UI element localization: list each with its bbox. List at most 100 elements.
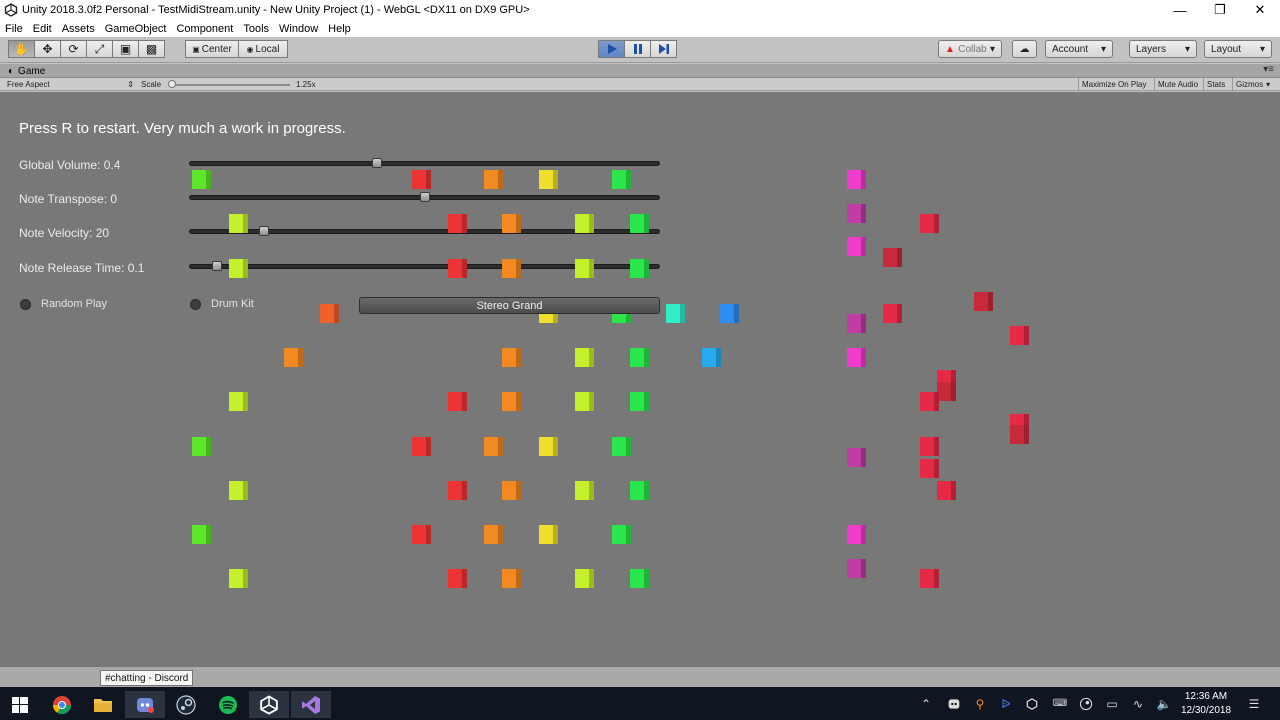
global-volume-thumb[interactable] <box>372 158 383 168</box>
note-cube <box>920 569 939 588</box>
minimize-icon[interactable]: — <box>1160 0 1200 20</box>
cloud-icon: ☁ <box>1019 43 1030 55</box>
play-button[interactable] <box>598 40 625 58</box>
taskbar-chrome[interactable] <box>42 691 82 718</box>
note-transpose-thumb[interactable] <box>419 192 430 202</box>
start-button[interactable] <box>0 691 40 718</box>
step-icon <box>658 44 669 54</box>
scale-slider-track[interactable] <box>170 84 290 86</box>
note-cube <box>539 437 558 456</box>
hand-icon: ✋ <box>14 42 29 56</box>
action-center-icon[interactable]: ☰ <box>1244 687 1264 720</box>
note-cube <box>630 392 649 411</box>
unity-icon <box>260 694 278 715</box>
scale-tool-button[interactable]: ⤢ <box>86 40 113 58</box>
random-play-toggle[interactable] <box>20 299 31 310</box>
menu-edit[interactable]: Edit <box>28 23 57 35</box>
note-cube <box>612 525 631 544</box>
scale-slider-thumb[interactable] <box>168 80 177 88</box>
tray-discord-glyph <box>948 698 960 709</box>
rect-tool-button[interactable]: ▣ <box>112 40 139 58</box>
taskbar-visual-studio[interactable] <box>291 691 331 718</box>
menu-help[interactable]: Help <box>323 23 356 35</box>
note-cube <box>320 304 339 323</box>
note-cube <box>502 348 521 367</box>
maximize-on-play-button[interactable]: Maximize On Play <box>1078 78 1146 91</box>
updown-icon: ⇕ <box>127 80 134 89</box>
menu-component[interactable]: Component <box>171 23 238 35</box>
cloud-button[interactable]: ☁ <box>1012 40 1037 58</box>
rotate-icon: ⟳ <box>68 42 79 56</box>
tray-discord-icon[interactable] <box>944 687 964 720</box>
pause-icon <box>633 44 642 54</box>
note-cube <box>575 392 594 411</box>
note-cube <box>229 259 248 278</box>
note-cube <box>666 304 685 323</box>
note-cube <box>612 170 631 189</box>
menu-file[interactable]: File <box>0 23 28 35</box>
tray-steam-icon[interactable] <box>1076 687 1096 720</box>
taskbar-discord[interactable] <box>125 691 165 718</box>
steam-icon <box>176 694 196 715</box>
tray-wifi-icon[interactable]: ∿ <box>1128 687 1148 720</box>
game-tab[interactable]: ◐ Game <box>4 64 53 78</box>
step-button[interactable] <box>650 40 677 58</box>
note-cube <box>575 259 594 278</box>
taskbar-unity[interactable] <box>249 691 289 718</box>
account-dropdown[interactable]: Account ▾ <box>1045 40 1113 58</box>
note-release-thumb[interactable] <box>212 261 223 271</box>
restore-icon[interactable]: ❐ <box>1200 0 1240 20</box>
mute-audio-button[interactable]: Mute Audio <box>1154 78 1198 91</box>
menu-tools[interactable]: Tools <box>238 23 274 35</box>
taskbar-spotify[interactable] <box>208 691 248 718</box>
menu-gameobject[interactable]: GameObject <box>100 23 172 35</box>
menu-window[interactable]: Window <box>274 23 323 35</box>
note-velocity-thumb[interactable] <box>259 226 270 236</box>
taskbar-explorer[interactable] <box>83 691 123 718</box>
note-cube <box>502 569 521 588</box>
pivot-center-button[interactable]: ▣ Center <box>185 40 239 58</box>
note-cube <box>920 392 939 411</box>
move-tool-button[interactable]: ✥ <box>34 40 61 58</box>
discord-tooltip: #chatting - Discord <box>100 670 194 686</box>
close-icon[interactable]: ✕ <box>1240 0 1280 20</box>
tray-overflow-icon[interactable]: ⌃ <box>916 687 936 720</box>
note-cube <box>502 214 521 233</box>
panel-menu-icon[interactable]: ▾≡ <box>1263 64 1274 75</box>
pause-button[interactable] <box>624 40 651 58</box>
aspect-dropdown[interactable]: Free Aspect ⇕ <box>7 78 134 91</box>
game-view: Press R to restart. Very much a work in … <box>0 92 1280 667</box>
hand-tool-button[interactable]: ✋ <box>8 40 35 58</box>
tray-unity-icon[interactable] <box>1022 687 1042 720</box>
rotate-tool-button[interactable]: ⟳ <box>60 40 87 58</box>
tray-keyboard-icon[interactable]: ⌨ <box>1050 687 1070 720</box>
taskbar-steam[interactable] <box>166 691 206 718</box>
layers-dropdown[interactable]: Layers ▾ <box>1129 40 1197 58</box>
instrument-button[interactable]: Stereo Grand <box>359 297 660 314</box>
drum-kit-toggle[interactable] <box>190 299 201 310</box>
space-local-button[interactable]: ◉ Local <box>238 40 288 58</box>
tray-search-icon[interactable]: ⚲ <box>970 687 990 720</box>
global-volume-label: Global Volume: 0.4 <box>19 158 121 172</box>
folder-icon <box>94 698 112 712</box>
collab-dropdown[interactable]: ▲ Collab ▾ <box>938 40 1002 58</box>
layout-dropdown[interactable]: Layout ▾ <box>1204 40 1272 58</box>
clock-time: 12:36 AM <box>1184 690 1228 702</box>
tray-bluetooth-icon[interactable]: ᐉ <box>996 687 1016 720</box>
tray-unity-glyph <box>1026 697 1038 710</box>
stats-button[interactable]: Stats <box>1203 78 1225 91</box>
note-cube <box>920 214 939 233</box>
note-cube <box>448 214 467 233</box>
spotify-icon <box>219 695 237 714</box>
note-cube <box>883 248 902 267</box>
gizmos-button[interactable]: Gizmos ▾ <box>1232 78 1270 91</box>
tray-volume-icon[interactable]: 🔈 <box>1154 687 1174 720</box>
transform-tool-button[interactable]: ▩ <box>138 40 165 58</box>
taskbar-clock[interactable]: 12:36 AM 12/30/2018 <box>1174 687 1238 720</box>
note-cube <box>974 292 993 311</box>
menu-assets[interactable]: Assets <box>57 23 100 35</box>
chevron-down-icon: ▾ <box>1259 43 1265 55</box>
note-cube <box>192 437 211 456</box>
global-volume-slider[interactable] <box>189 161 660 166</box>
tray-battery-icon[interactable]: ▭ <box>1102 687 1122 720</box>
